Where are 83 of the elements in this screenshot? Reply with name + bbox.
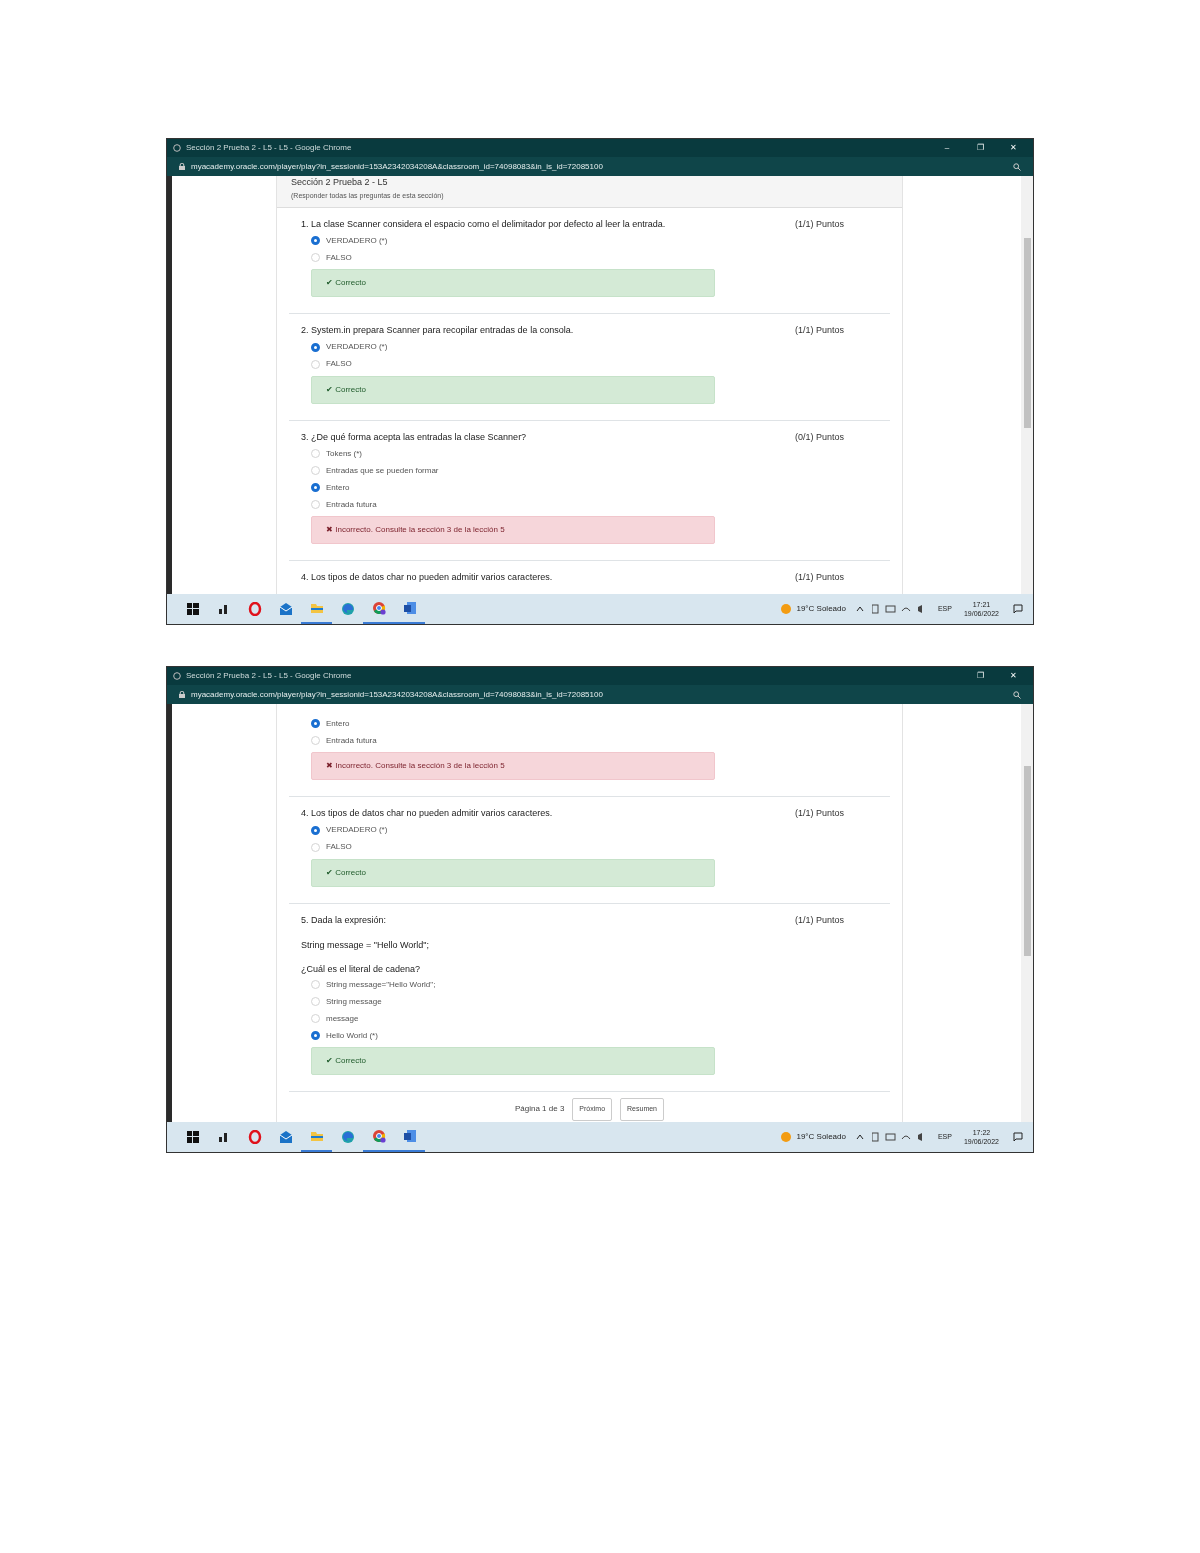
weather-icon xyxy=(780,603,793,615)
feedback-text: ✔ Correcto xyxy=(326,277,366,289)
word-icon[interactable] xyxy=(402,601,417,615)
mail-icon[interactable] xyxy=(278,602,293,616)
feedback-text: ✔ Correcto xyxy=(326,383,366,396)
option-label: Entrada futura xyxy=(326,735,377,746)
option-label: Entero xyxy=(326,718,350,729)
question-text: String message = "Hello World"; xyxy=(301,939,431,951)
notification-icon[interactable] xyxy=(1013,1132,1023,1142)
question-text: 1. La clase Scanner considera el espacio como el delimitador por defecto al leer la entrada. xyxy=(301,217,666,230)
feedback-text: ✖ Incorrecto. Consulte la sección 3 de la lección 5 xyxy=(326,524,505,536)
weather-icon xyxy=(780,1131,793,1143)
window-control-button[interactable]: ✕ xyxy=(999,670,1027,682)
window-control-button[interactable]: ❐ xyxy=(966,142,994,154)
radio-button[interactable] xyxy=(311,719,320,728)
window-control-button[interactable]: ❐ xyxy=(966,670,994,682)
option-label: Entradas que se pueden formar xyxy=(326,465,439,476)
option-label: Hello World (*) xyxy=(326,1030,378,1041)
question-text: 2. System.in prepara Scanner para recopilar entradas de la consola. xyxy=(301,324,574,336)
radio-button[interactable] xyxy=(311,825,320,835)
option-label: Tokens (*) xyxy=(326,448,362,459)
lock-icon xyxy=(179,163,185,170)
feedback-text: ✔ Correcto xyxy=(326,866,366,879)
option-label: Entrada futura xyxy=(326,499,377,510)
option-label: String message="Hello World"; xyxy=(326,979,436,990)
question-text: 4. Los tipos de datos char no pueden admitir varios caracteres. xyxy=(301,571,553,583)
opera-icon[interactable] xyxy=(247,602,262,616)
windows-icon[interactable] xyxy=(186,1131,199,1143)
option-label: message xyxy=(326,1013,359,1024)
option-label: VERDADERO (*) xyxy=(326,342,388,352)
chevron-up-icon[interactable] xyxy=(855,1134,864,1140)
search-icon[interactable] xyxy=(1013,162,1021,171)
points-label: (1/1) Puntos xyxy=(794,217,844,231)
chrome-icon[interactable] xyxy=(371,1129,386,1143)
lock-icon xyxy=(179,691,185,698)
weather-text: 19°C Soleado xyxy=(796,1131,846,1143)
url-text[interactable]: myacademy.oracle.com/player/play?in_sessionid=153A2342034208A&classroom_id=74098083&in_is_id=72085100 xyxy=(191,160,1007,173)
points-label: (1/1) Puntos xyxy=(794,324,844,337)
option-label: String message xyxy=(326,996,382,1007)
radio-button[interactable] xyxy=(311,1031,320,1040)
points-label: (1/1) Puntos xyxy=(794,913,844,927)
feedback-text: ✖ Incorrecto. Consulte la sección 3 de la lección 5 xyxy=(326,760,505,772)
radio-button[interactable] xyxy=(311,342,320,352)
page-indicator: Página 1 de 3 xyxy=(515,1103,565,1116)
window-title: Sección 2 Prueba 2 - L5 - L5 - Google Chrome xyxy=(186,142,353,154)
mail-icon[interactable] xyxy=(278,1130,293,1144)
window-control-button[interactable]: – xyxy=(933,142,961,154)
points-label: (0/1) Puntos xyxy=(794,430,844,444)
feedback-text: ✔ Correcto xyxy=(326,1055,366,1067)
folder-icon[interactable] xyxy=(309,1129,324,1143)
opera-icon[interactable] xyxy=(247,1130,262,1144)
chrome-icon[interactable] xyxy=(371,601,386,615)
search-icon[interactable] xyxy=(1013,690,1021,699)
url-text[interactable]: myacademy.oracle.com/player/play?in_sessionid=153A2342034208A&classroom_id=74098083&in_is_id=72085100 xyxy=(191,688,1007,701)
notification-icon[interactable] xyxy=(1013,604,1023,614)
option-label: VERDADERO (*) xyxy=(326,235,388,246)
folder-icon[interactable] xyxy=(309,601,324,615)
radio-button[interactable] xyxy=(311,483,320,492)
question-text: 4. Los tipos de datos char no pueden admitir varios caracteres. xyxy=(301,807,553,819)
points-label: (1/1) Puntos xyxy=(794,807,844,820)
edge-icon[interactable] xyxy=(340,602,355,616)
weather-text: 19°C Soleado xyxy=(796,603,846,615)
scrollbar[interactable] xyxy=(1021,176,1033,594)
window-title: Sección 2 Prueba 2 - L5 - L5 - Google Chrome xyxy=(186,670,353,682)
window-control-button[interactable]: ✕ xyxy=(999,142,1027,154)
option-label: FALSO xyxy=(326,252,352,263)
radio-button[interactable] xyxy=(311,236,320,245)
section-title: Sección 2 Prueba 2 - L5 xyxy=(291,177,389,188)
option-label: VERDADERO (*) xyxy=(326,825,388,835)
word-icon[interactable] xyxy=(402,1129,417,1143)
question-text: 5. Dada la expresión: xyxy=(301,913,387,926)
globe-icon xyxy=(173,144,181,152)
globe-icon xyxy=(173,672,181,680)
edge-icon[interactable] xyxy=(340,1130,355,1144)
option-label: FALSO xyxy=(326,842,352,852)
question-text: ¿Cuál es el literal de cadena? xyxy=(301,963,422,975)
scrollbar[interactable] xyxy=(1021,704,1033,1122)
windows-icon[interactable] xyxy=(186,603,199,615)
question-text: 3. ¿De qué forma acepta las entradas la clase Scanner? xyxy=(301,430,527,443)
points-label: (1/1) Puntos xyxy=(794,571,844,584)
option-label: Entero xyxy=(326,482,350,493)
chevron-up-icon[interactable] xyxy=(855,606,864,612)
option-label: FALSO xyxy=(326,359,352,369)
